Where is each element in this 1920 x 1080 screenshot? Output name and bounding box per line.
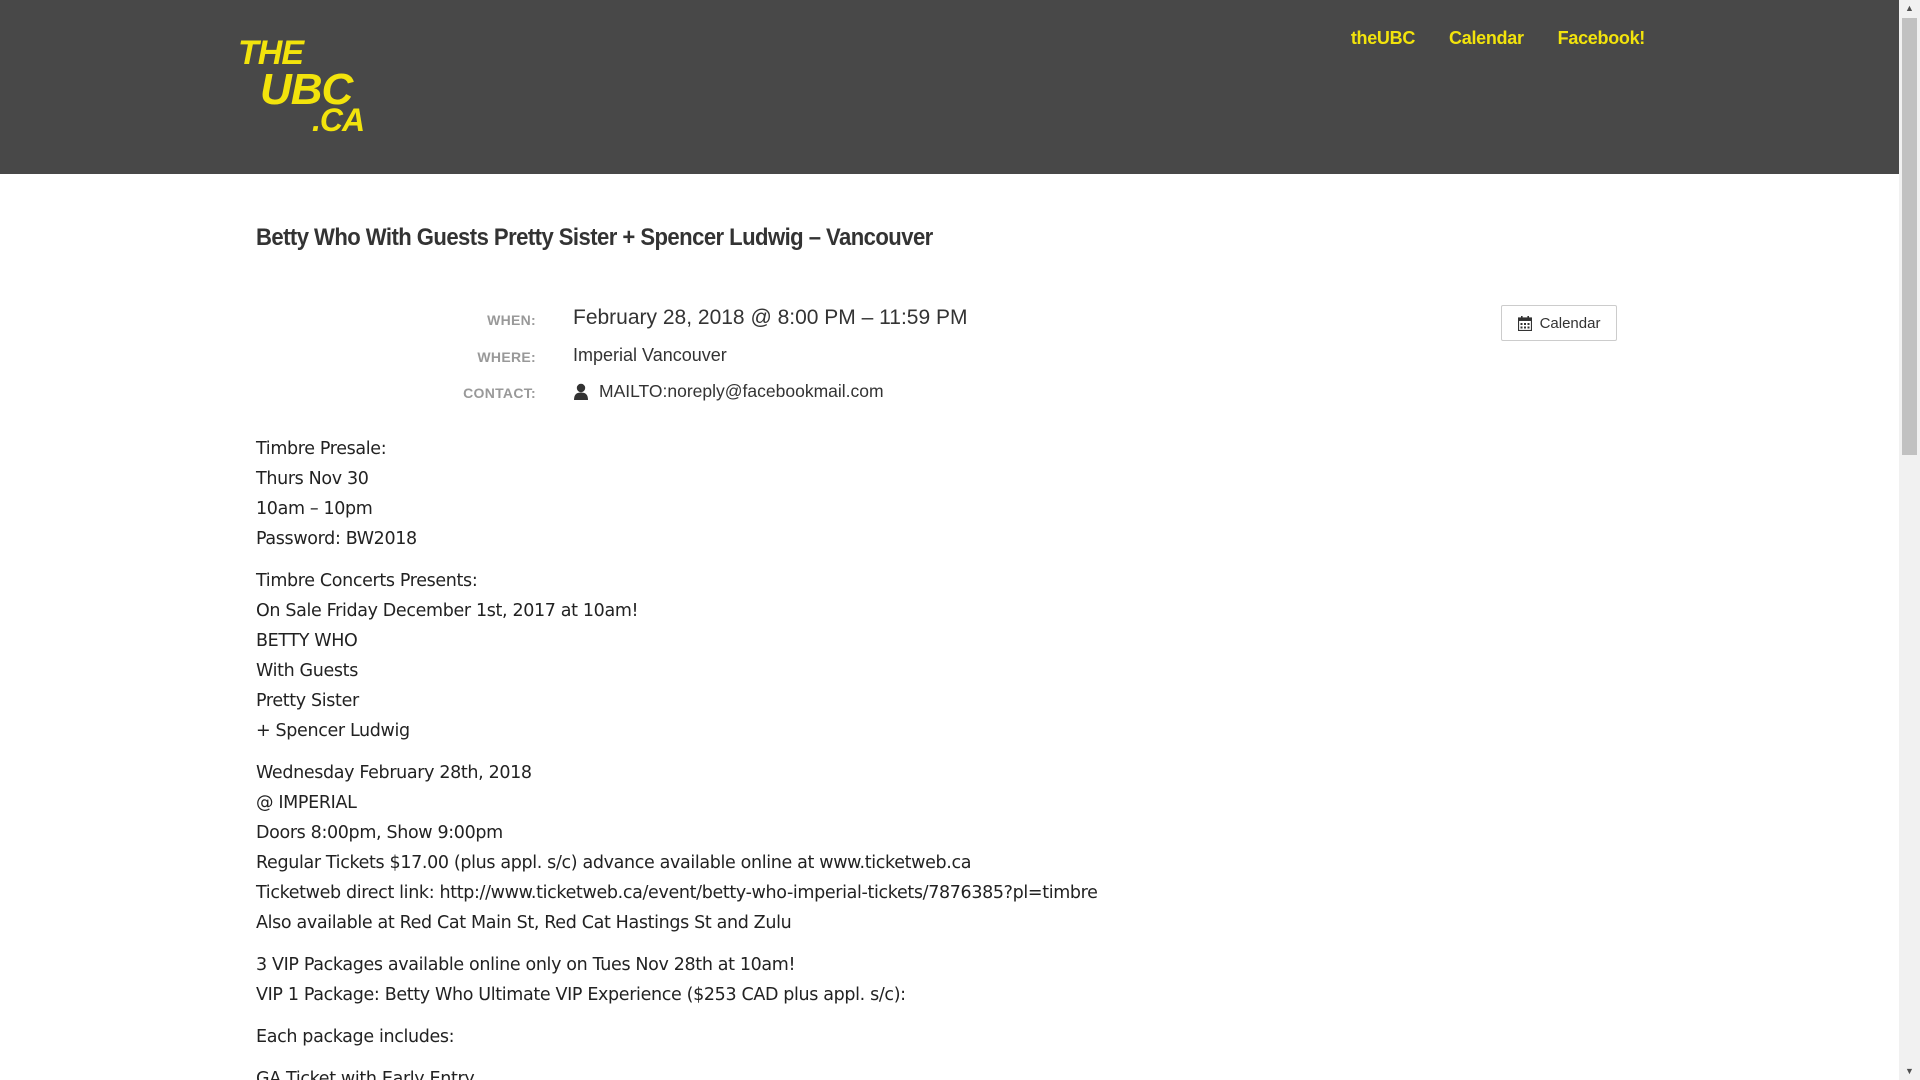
where-value[interactable]: Imperial Vancouver — [573, 345, 727, 366]
event-title: Betty Who With Guests Pretty Sister + Sp… — [256, 224, 933, 251]
text-line: Timbre Concerts Presents: — [256, 571, 478, 591]
contact-value-row: MAILTO:noreply@facebookmail.com — [573, 381, 884, 402]
where-label: WHERE: — [477, 349, 536, 365]
text-line: Wednesday February 28th, 2018 — [256, 763, 532, 783]
text-line: With Guests — [256, 661, 358, 681]
presents-paragraph: Timbre Concerts Presents: On Sale Friday… — [256, 566, 1556, 746]
text-line: Timbre Presale: — [256, 439, 387, 459]
nav-link-facebook[interactable]: Facebook! — [1558, 28, 1646, 49]
text-line: Each package includes: — [256, 1027, 455, 1047]
user-icon — [573, 383, 589, 401]
calendar-button-label: Calendar — [1539, 314, 1601, 332]
text-line: Thurs Nov 30 — [256, 469, 369, 489]
text-line: 10am – 10pm — [256, 499, 373, 519]
text-line: Also available at Red Cat Main St, Red C… — [256, 913, 792, 933]
text-line: VIP 1 Package: Betty Who Ultimate VIP Ex… — [256, 985, 906, 1005]
presale-paragraph: Timbre Presale: Thurs Nov 30 10am – 10pm… — [256, 434, 1556, 554]
when-label: WHEN: — [487, 312, 536, 328]
text-line: @ IMPERIAL — [256, 793, 357, 813]
nav-link-calendar[interactable]: Calendar — [1449, 28, 1524, 49]
text-line: Regular Tickets $17.00 (plus appl. s/c) … — [256, 853, 972, 873]
text-line: Password: BW2018 — [256, 529, 417, 549]
contact-email[interactable]: MAILTO:noreply@facebookmail.com — [599, 381, 884, 402]
main-nav: theUBC Calendar Facebook! — [1351, 28, 1645, 49]
scroll-up-arrow-icon[interactable]: ▲ — [1899, 0, 1920, 17]
package-item-paragraph: GA Ticket with Early Entry — [256, 1064, 1556, 1080]
text-line: Doors 8:00pm, Show 9:00pm — [256, 823, 503, 843]
text-line: + Spencer Ludwig — [256, 721, 410, 741]
vertical-scrollbar[interactable]: ▲ ▼ — [1899, 0, 1920, 1080]
text-line: BETTY WHO — [256, 631, 358, 651]
show-details-paragraph: Wednesday February 28th, 2018 @ IMPERIAL… — [256, 758, 1556, 938]
contact-label: CONTACT: — [463, 385, 536, 401]
add-to-calendar-button[interactable]: Calendar — [1501, 305, 1617, 341]
text-line[interactable]: Ticketweb direct link: http://www.ticket… — [256, 878, 1556, 908]
scroll-down-arrow-icon[interactable]: ▼ — [1899, 1063, 1920, 1080]
text-line: GA Ticket with Early Entry — [256, 1069, 475, 1080]
event-description: Timbre Presale: Thurs Nov 30 10am – 10pm… — [256, 434, 1556, 1080]
text-line: Pretty Sister — [256, 691, 359, 711]
text-line: 3 VIP Packages available online only on … — [256, 955, 796, 975]
site-header: THE UBC .CA theUBC Calendar Facebook! — [0, 0, 1899, 174]
when-value: February 28, 2018 @ 8:00 PM – 11:59 PM — [573, 306, 968, 329]
page: THE UBC .CA theUBC Calendar Facebook! Be… — [0, 0, 1920, 1080]
logo-line-3: .CA — [312, 102, 365, 138]
vip-paragraph: 3 VIP Packages available online only on … — [256, 950, 1556, 1010]
package-includes-paragraph: Each package includes: — [256, 1022, 1556, 1052]
nav-link-theubc[interactable]: theUBC — [1351, 28, 1416, 49]
text-line: On Sale Friday December 1st, 2017 at 10a… — [256, 601, 639, 621]
site-logo[interactable]: THE UBC .CA — [236, 36, 366, 136]
scrollbar-thumb[interactable] — [1902, 18, 1917, 455]
calendar-icon — [1517, 315, 1532, 331]
